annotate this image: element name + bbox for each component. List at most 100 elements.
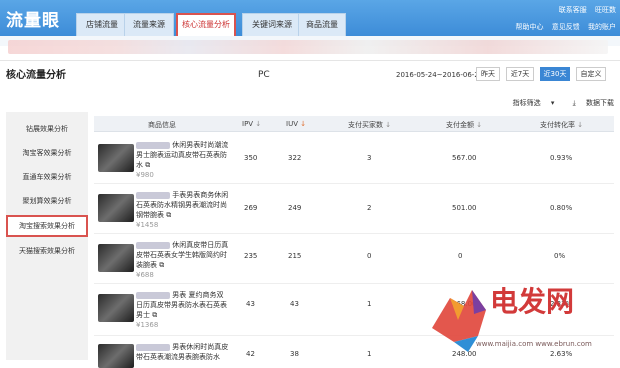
cell-iuv: 249 xyxy=(288,204,302,212)
product-price: ¥980 xyxy=(136,171,154,179)
sidebar-item-tmall-search[interactable]: 天猫搜索效果分析 xyxy=(6,240,88,262)
table-tools: 指标筛选 ▾ ⤓ 数据下载 xyxy=(497,98,614,108)
account-links: 帮助中心 意见反馈 我的账户 xyxy=(516,22,616,32)
tab-keyword-source[interactable]: 关键词来源 xyxy=(242,13,302,36)
cell-buyers: 1 xyxy=(367,350,372,358)
sidebar: 钻展效果分析 淘宝客效果分析 直通车效果分析 聚划算效果分析 淘宝搜索效果分析 … xyxy=(6,112,88,360)
cell-rate: 0.80% xyxy=(550,204,573,212)
sidebar-item-taobao-search[interactable]: 淘宝搜索效果分析 xyxy=(6,215,88,237)
chevron-down-icon: ▾ xyxy=(550,99,555,107)
col-header-rate-label: 支付转化率 xyxy=(540,121,575,129)
col-header-rate[interactable]: 支付转化率 ↓ xyxy=(540,120,583,130)
sort-arrow-icon: ↓ xyxy=(577,121,584,129)
table-row[interactable]: 休闲男表时尚潮流男士腕表运动真皮带石英表防水 ⧉ ¥980 350 322 3 … xyxy=(94,134,614,184)
product-price: ¥1368 xyxy=(136,321,159,329)
blurred-text xyxy=(136,241,170,249)
date-button-yesterday[interactable]: 昨天 xyxy=(476,67,500,81)
cell-buyers: 0 xyxy=(367,252,372,260)
cell-iuv: 215 xyxy=(288,252,302,260)
help-center-link[interactable]: 帮助中心 xyxy=(516,23,544,31)
blurred-text xyxy=(136,141,170,149)
top-right-links: 联系客服 旺旺数 xyxy=(553,5,616,15)
sort-arrow-icon: ↓ xyxy=(385,121,392,129)
product-thumbnail[interactable] xyxy=(98,344,134,368)
product-info: 男表 夏约商务双日历真皮带男表防水表石英表男士 ⧉ ¥1368 xyxy=(136,290,230,330)
product-thumbnail[interactable] xyxy=(98,144,134,172)
tab-traffic-source[interactable]: 流量来源 xyxy=(124,13,174,36)
cell-ipv: 42 xyxy=(246,350,255,358)
product-price: ¥688 xyxy=(136,271,154,279)
app-logo[interactable]: 流量眼 xyxy=(6,6,60,31)
contact-service-link[interactable]: 联系客服 xyxy=(559,6,587,14)
cell-iuv: 322 xyxy=(288,154,302,162)
product-thumbnail[interactable] xyxy=(98,294,134,322)
col-header-product: 商品信息 xyxy=(148,121,176,129)
col-header-amount[interactable]: 支付金额 ↓ xyxy=(446,120,482,130)
metric-filter-button[interactable]: 指标筛选 ▾ xyxy=(505,99,555,107)
col-header-buyers[interactable]: 支付买家数 ↓ xyxy=(348,120,391,130)
table-header: 商品信息 IPV ↓ IUV ↓ 支付买家数 ↓ 支付金额 ↓ 支付转化率 ↓ xyxy=(94,116,614,132)
sidebar-item-ztc[interactable]: 直通车效果分析 xyxy=(6,166,88,188)
feedback-link[interactable]: 意见反馈 xyxy=(552,23,580,31)
col-header-amount-label: 支付金额 xyxy=(446,121,474,129)
cell-iuv: 38 xyxy=(290,350,299,358)
product-info: 男表休闲时尚真皮带石英表潮流男表腕表防水 xyxy=(136,342,230,362)
col-header-ipv[interactable]: IPV ↓ xyxy=(242,120,261,128)
watermark-text: 电发网 xyxy=(490,285,575,318)
col-header-iuv-label: IUV xyxy=(286,120,298,128)
date-button-custom[interactable]: 自定义 xyxy=(576,67,606,81)
cell-buyers: 2 xyxy=(367,204,372,212)
cell-ipv: 43 xyxy=(246,300,255,308)
product-info: 手表男表商务休闲石英表防水精钢男表潮流时尚钢带腕表 ⧉ ¥1458 xyxy=(136,190,230,230)
blurred-text xyxy=(136,191,170,199)
watermark: 电发网 www.maijia.com www.ebrun.com xyxy=(428,276,618,356)
download-icon: ⤓ xyxy=(572,99,576,107)
external-link-icon[interactable]: ⧉ xyxy=(166,211,171,219)
sidebar-item-juhuasuan[interactable]: 聚划算效果分析 xyxy=(6,190,88,212)
col-header-ipv-label: IPV xyxy=(242,120,254,128)
product-thumbnail[interactable] xyxy=(98,244,134,272)
metric-filter-label: 指标筛选 xyxy=(512,99,541,107)
tab-store-traffic[interactable]: 店铺流量 xyxy=(76,13,128,36)
external-link-icon[interactable]: ⧉ xyxy=(152,311,157,319)
platform-label: PC xyxy=(258,70,270,80)
product-info: 休闲男表时尚潮流男士腕表运动真皮带石英表防水 ⧉ ¥980 xyxy=(136,140,230,180)
date-range: 2016-05-24~2016-06-22 xyxy=(396,71,484,79)
cell-rate: 0.93% xyxy=(550,154,573,162)
table-row[interactable]: 手表男表商务休闲石英表防水精钢男表潮流时尚钢带腕表 ⧉ ¥1458 269 24… xyxy=(94,186,614,234)
wangwang-link[interactable]: 旺旺数 xyxy=(595,6,616,14)
external-link-icon[interactable]: ⧉ xyxy=(145,161,150,169)
cell-rate: 0% xyxy=(554,252,566,260)
cell-buyers: 3 xyxy=(367,154,372,162)
my-account-link[interactable]: 我的账户 xyxy=(588,23,616,31)
sort-arrow-icon: ↓ xyxy=(255,120,262,128)
sidebar-item-taobaoke[interactable]: 淘宝客效果分析 xyxy=(6,142,88,164)
watermark-url: www.maijia.com www.ebrun.com xyxy=(476,340,592,348)
cell-buyers: 1 xyxy=(367,300,372,308)
product-price: ¥1458 xyxy=(136,221,159,229)
sort-arrow-icon: ↓ xyxy=(476,121,483,129)
col-header-iuv[interactable]: IUV ↓ xyxy=(286,120,306,128)
date-button-30days[interactable]: 近30天 xyxy=(540,67,570,81)
tab-product-traffic[interactable]: 商品流量 xyxy=(298,13,346,36)
cell-ipv: 350 xyxy=(244,154,258,162)
sidebar-item-diamond[interactable]: 钻展效果分析 xyxy=(6,118,88,140)
notice-banner xyxy=(8,40,608,54)
cell-ipv: 235 xyxy=(244,252,258,260)
product-thumbnail[interactable] xyxy=(98,194,134,222)
download-button[interactable]: ⤓ 数据下载 xyxy=(565,99,614,107)
col-header-buyers-label: 支付买家数 xyxy=(348,121,383,129)
cell-amount: 501.00 xyxy=(452,204,477,212)
cell-amount: 0 xyxy=(458,252,463,260)
blurred-text xyxy=(136,343,170,351)
download-label: 数据下载 xyxy=(586,99,614,107)
cell-amount: 567.00 xyxy=(452,154,477,162)
external-link-icon[interactable]: ⧉ xyxy=(159,261,164,269)
product-info: 休闲真皮带日历真皮带石英表女学生韩版简约时装腕表 ⧉ ¥688 xyxy=(136,240,230,280)
cell-iuv: 43 xyxy=(290,300,299,308)
blurred-text xyxy=(136,291,170,299)
page-title: 核心流量分析 xyxy=(6,70,66,81)
cell-ipv: 269 xyxy=(244,204,258,212)
date-button-7days[interactable]: 近7天 xyxy=(506,67,534,81)
tab-core-traffic-analysis[interactable]: 核心流量分析 xyxy=(176,13,236,36)
